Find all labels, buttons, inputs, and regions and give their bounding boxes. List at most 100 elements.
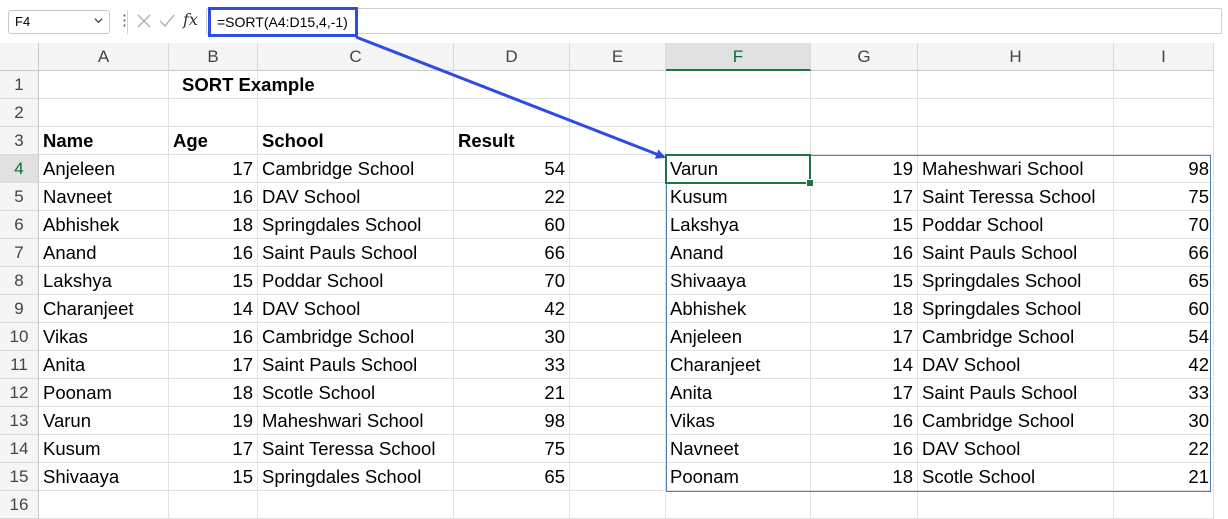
row-header-5[interactable]: 5 xyxy=(0,183,39,211)
cancel-icon[interactable] xyxy=(134,11,154,31)
column-header-e[interactable]: E xyxy=(570,43,666,71)
cell[interactable] xyxy=(918,71,1114,99)
sorted-name[interactable]: Kusum xyxy=(666,183,811,211)
cell[interactable] xyxy=(39,491,169,519)
source-school[interactable]: Poddar School xyxy=(258,267,454,295)
source-result[interactable]: 54 xyxy=(454,155,570,183)
source-result[interactable]: 33 xyxy=(454,351,570,379)
cell[interactable] xyxy=(666,99,811,127)
sorted-age[interactable]: 18 xyxy=(811,463,918,491)
source-name[interactable]: Navneet xyxy=(39,183,169,211)
cell[interactable] xyxy=(258,99,454,127)
sorted-result[interactable]: 54 xyxy=(1114,323,1214,351)
sorted-result[interactable]: 98 xyxy=(1114,155,1214,183)
sorted-result[interactable]: 70 xyxy=(1114,211,1214,239)
column-header-g[interactable]: G xyxy=(811,43,918,71)
sorted-school[interactable]: Saint Teressa School xyxy=(918,183,1114,211)
cell[interactable] xyxy=(570,379,666,407)
column-header-a[interactable]: A xyxy=(39,43,169,71)
column-header-c[interactable]: C xyxy=(258,43,454,71)
source-school[interactable]: Scotle School xyxy=(258,379,454,407)
cell[interactable] xyxy=(570,351,666,379)
source-school[interactable]: Maheshwari School xyxy=(258,407,454,435)
cell[interactable] xyxy=(570,323,666,351)
sorted-name[interactable]: Vikas xyxy=(666,407,811,435)
sorted-school[interactable]: DAV School xyxy=(918,351,1114,379)
source-result[interactable]: 30 xyxy=(454,323,570,351)
source-result[interactable]: 21 xyxy=(454,379,570,407)
header-school[interactable]: School xyxy=(258,127,454,155)
sorted-age[interactable]: 16 xyxy=(811,435,918,463)
select-all-corner[interactable] xyxy=(0,43,39,71)
cell[interactable] xyxy=(454,71,570,99)
sorted-school[interactable]: Saint Pauls School xyxy=(918,379,1114,407)
cell[interactable] xyxy=(570,127,666,155)
sorted-age[interactable]: 16 xyxy=(811,407,918,435)
cell[interactable] xyxy=(570,407,666,435)
cell[interactable] xyxy=(570,463,666,491)
column-header-h[interactable]: H xyxy=(918,43,1114,71)
cell[interactable] xyxy=(1114,99,1214,127)
column-header-f[interactable]: F xyxy=(666,43,811,71)
sorted-age[interactable]: 17 xyxy=(811,183,918,211)
row-header-2[interactable]: 2 xyxy=(0,99,39,127)
cell[interactable] xyxy=(570,435,666,463)
sorted-name[interactable]: Shivaaya xyxy=(666,267,811,295)
source-result[interactable]: 98 xyxy=(454,407,570,435)
sorted-name[interactable]: Anjeleen xyxy=(666,323,811,351)
row-header-7[interactable]: 7 xyxy=(0,239,39,267)
source-school[interactable]: Saint Pauls School xyxy=(258,351,454,379)
source-age[interactable]: 18 xyxy=(169,379,258,407)
sorted-age[interactable]: 17 xyxy=(811,379,918,407)
source-age[interactable]: 16 xyxy=(169,323,258,351)
source-name[interactable]: Varun xyxy=(39,407,169,435)
sorted-result[interactable]: 65 xyxy=(1114,267,1214,295)
sorted-result[interactable]: 22 xyxy=(1114,435,1214,463)
sorted-name[interactable]: Varun xyxy=(666,155,811,183)
sorted-age[interactable]: 17 xyxy=(811,323,918,351)
sorted-school[interactable]: DAV School xyxy=(918,435,1114,463)
source-name[interactable]: Anjeleen xyxy=(39,155,169,183)
source-school[interactable]: Springdales School xyxy=(258,463,454,491)
sorted-age[interactable]: 15 xyxy=(811,211,918,239)
cell[interactable] xyxy=(666,127,811,155)
sorted-school[interactable]: Scotle School xyxy=(918,463,1114,491)
sorted-name[interactable]: Anita xyxy=(666,379,811,407)
source-school[interactable]: DAV School xyxy=(258,183,454,211)
column-header-b[interactable]: B xyxy=(169,43,258,71)
cell[interactable] xyxy=(918,99,1114,127)
source-age[interactable]: 14 xyxy=(169,295,258,323)
source-age[interactable]: 18 xyxy=(169,211,258,239)
row-header-4[interactable]: 4 xyxy=(0,155,39,183)
cell[interactable] xyxy=(169,491,258,519)
cell[interactable] xyxy=(570,295,666,323)
cell[interactable] xyxy=(570,491,666,519)
cell[interactable] xyxy=(1114,127,1214,155)
header-name[interactable]: Name xyxy=(39,127,169,155)
sorted-result[interactable]: 42 xyxy=(1114,351,1214,379)
sorted-school[interactable]: Springdales School xyxy=(918,267,1114,295)
sorted-school[interactable]: Maheshwari School xyxy=(918,155,1114,183)
source-age[interactable]: 17 xyxy=(169,155,258,183)
column-header-i[interactable]: I xyxy=(1114,43,1214,71)
source-name[interactable]: Kusum xyxy=(39,435,169,463)
cell[interactable] xyxy=(1114,491,1214,519)
source-result[interactable]: 66 xyxy=(454,239,570,267)
cell[interactable] xyxy=(570,267,666,295)
cell[interactable] xyxy=(918,491,1114,519)
header-age[interactable]: Age xyxy=(169,127,258,155)
column-header-d[interactable]: D xyxy=(454,43,570,71)
sorted-result[interactable]: 21 xyxy=(1114,463,1214,491)
source-result[interactable]: 42 xyxy=(454,295,570,323)
cell[interactable] xyxy=(570,155,666,183)
row-header-14[interactable]: 14 xyxy=(0,435,39,463)
sorted-result[interactable]: 75 xyxy=(1114,183,1214,211)
sorted-result[interactable]: 66 xyxy=(1114,239,1214,267)
row-header-10[interactable]: 10 xyxy=(0,323,39,351)
insert-function-icon[interactable]: fx xyxy=(183,10,198,29)
cell[interactable] xyxy=(666,71,811,99)
cell[interactable] xyxy=(570,99,666,127)
source-school[interactable]: Saint Teressa School xyxy=(258,435,454,463)
cell[interactable] xyxy=(811,71,918,99)
source-age[interactable]: 15 xyxy=(169,267,258,295)
